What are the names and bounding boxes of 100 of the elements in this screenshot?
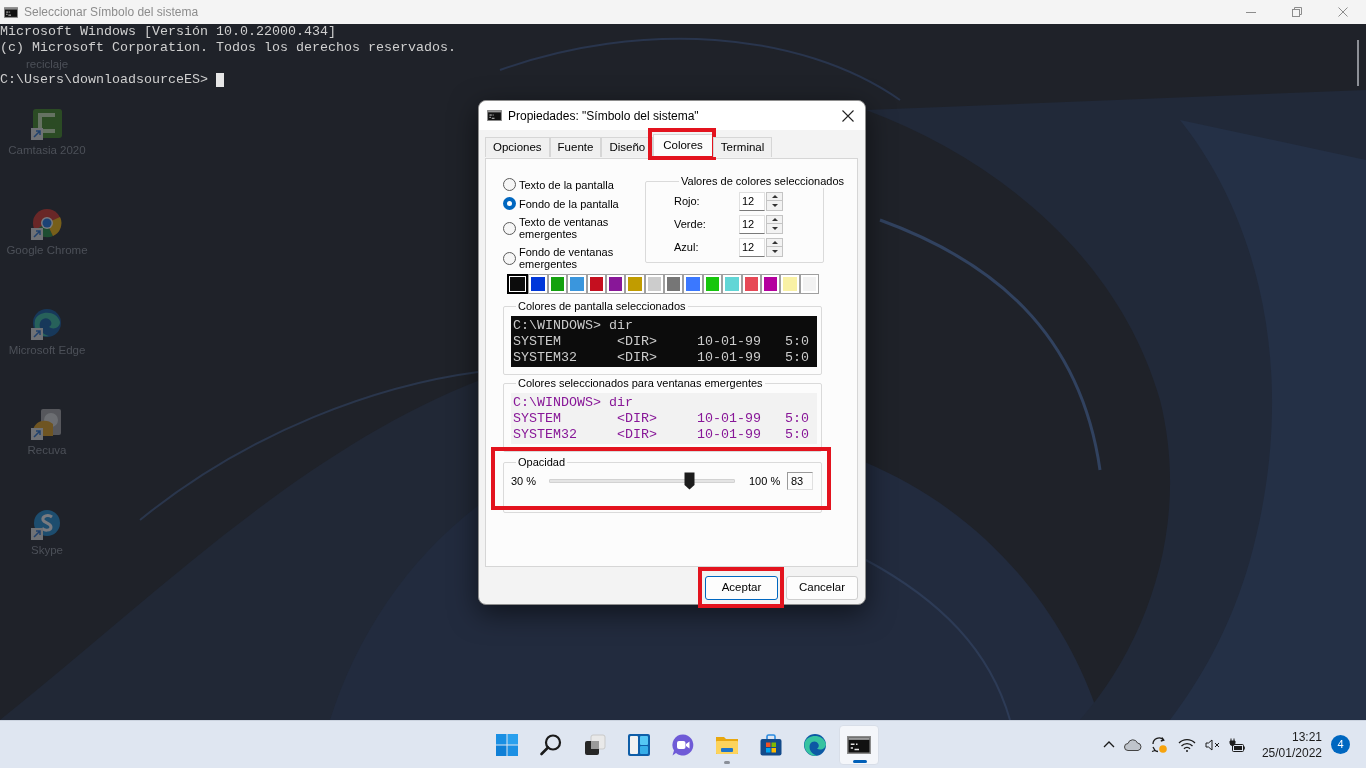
color-swatch[interactable] <box>567 274 587 294</box>
color-swatch[interactable] <box>760 274 781 294</box>
group-title: Colores de pantalla seleccionados <box>517 300 687 313</box>
color-swatch[interactable] <box>722 274 742 294</box>
color-swatch[interactable] <box>507 274 529 294</box>
dialog-button[interactable]: Aceptar <box>705 575 778 600</box>
wave-logo-icon <box>803 732 827 757</box>
slider-track[interactable] <box>549 472 735 490</box>
radio-button[interactable] <box>503 221 516 235</box>
up-triangle-icon <box>771 218 778 221</box>
color-swatch[interactable] <box>702 274 723 294</box>
preview-text: SYSTEM <box>513 334 561 349</box>
field-label: Azul: <box>674 240 700 256</box>
dialog-title: Propiedades: "Símbolo del sistema" <box>508 107 699 125</box>
clock-date[interactable]: 25/01/2022 <box>1261 744 1322 761</box>
close-icon <box>842 109 854 122</box>
preview-text: SYSTEM32 <box>513 427 577 442</box>
color-swatch[interactable] <box>586 274 606 294</box>
console-prompt: C:\Users\downloadsourceES> <box>0 72 208 88</box>
group-title: Valores de colores seleccionados <box>680 175 846 188</box>
window-title: Seleccionar Símbolo del sistema <box>24 4 199 21</box>
radio-label: Texto de la pantalla <box>519 178 615 191</box>
preview-text: SYSTEM32 <box>513 350 577 365</box>
close-icon <box>1338 7 1348 17</box>
color-swatch[interactable] <box>799 274 819 294</box>
clock-time[interactable]: 13:21 <box>1291 728 1322 745</box>
down-triangle-icon <box>771 227 778 230</box>
preview-text: 5:0 <box>784 427 809 442</box>
wifi-icon[interactable] <box>1177 737 1196 752</box>
down-triangle-icon <box>771 204 778 207</box>
color-swatch[interactable] <box>664 274 684 294</box>
color-swatch[interactable] <box>605 274 626 294</box>
preview-text: <DIR> <box>616 334 657 349</box>
cloud-icon[interactable] <box>1123 738 1142 751</box>
spin-down-button[interactable] <box>767 224 782 233</box>
chevron-up-icon[interactable] <box>1102 741 1115 748</box>
number-field[interactable]: 83 <box>787 472 813 490</box>
color-swatch[interactable] <box>741 274 761 294</box>
preview-text: C:\WINDOWS> dir <box>513 318 633 334</box>
panel-columns-icon <box>627 732 651 757</box>
preview-text: 5:0 <box>784 334 809 349</box>
video-chat-icon <box>671 732 695 757</box>
dialog-button[interactable]: Cancelar <box>786 575 858 600</box>
color-swatch[interactable] <box>683 274 703 294</box>
search-icon <box>539 732 563 757</box>
preview-text: <DIR> <box>616 350 657 365</box>
terminal-icon <box>847 735 871 754</box>
battery-charging-icon[interactable] <box>1228 737 1245 752</box>
up-triangle-icon <box>771 195 778 198</box>
number-field[interactable]: 12 <box>739 238 765 257</box>
taskbar-button[interactable] <box>839 724 879 765</box>
number-field[interactable]: 12 <box>739 192 765 211</box>
radio-label: Fondo de la pantalla <box>519 197 620 210</box>
min-label: 30 % <box>511 473 538 489</box>
tab[interactable]: Diseño <box>601 137 654 158</box>
preview-text: 5:0 <box>784 350 809 365</box>
radio-label: Fondo de ventanas emergentes <box>519 246 615 270</box>
console-output-line: (c) Microsoft Corporation. Todos los derechos reservados. <box>0 40 456 56</box>
console-output-line: Microsoft Windows [Versión 10.0.22000.434] <box>0 24 336 40</box>
number-field[interactable]: 12 <box>739 215 765 234</box>
tab[interactable]: Terminal <box>712 137 773 158</box>
radio-button[interactable] <box>503 251 516 265</box>
shopping-bag-icon <box>759 732 783 757</box>
radio-button[interactable] <box>503 197 516 210</box>
preview-text: C:\WINDOWS> dir <box>513 395 633 411</box>
tab[interactable]: Fuente <box>549 137 602 158</box>
color-swatch[interactable] <box>780 274 800 294</box>
preview-text: <DIR> <box>616 427 657 442</box>
terminal-icon <box>487 110 502 121</box>
color-swatch[interactable] <box>625 274 645 294</box>
sync-icon[interactable] <box>1149 735 1168 754</box>
preview-text: 10-01-99 <box>696 427 761 442</box>
radio-button[interactable] <box>503 178 516 191</box>
spin-up-button[interactable] <box>767 239 782 247</box>
radio-label: Texto de ventanas emergentes <box>519 216 610 240</box>
color-swatch[interactable] <box>644 274 664 294</box>
group-title: Colores seleccionados para ventanas emergentes <box>517 377 764 390</box>
max-label: 100 % <box>749 473 782 489</box>
down-triangle-icon <box>771 250 778 253</box>
minimize-icon <box>1246 11 1256 13</box>
tab[interactable]: Opciones <box>485 137 550 158</box>
terminal-icon <box>4 6 18 18</box>
spin-down-button[interactable] <box>767 247 782 256</box>
slider-thumb[interactable] <box>684 472 696 490</box>
restore-icon <box>1292 7 1302 17</box>
preview-text: <DIR> <box>616 411 657 426</box>
color-swatch[interactable] <box>547 274 568 294</box>
field-label: Rojo: <box>674 194 701 210</box>
spin-up-button[interactable] <box>767 216 782 224</box>
spin-down-button[interactable] <box>767 201 782 210</box>
preview-text: 10-01-99 <box>696 334 761 349</box>
preview-text: SYSTEM <box>513 411 561 426</box>
spin-up-button[interactable] <box>767 193 782 201</box>
speaker-muted-icon[interactable] <box>1204 738 1221 751</box>
field-label: Verde: <box>674 217 707 233</box>
scrollbar-thumb[interactable] <box>1357 40 1359 86</box>
color-swatch[interactable] <box>528 274 548 294</box>
preview-text: 10-01-99 <box>696 411 761 426</box>
preview-text: 10-01-99 <box>696 350 761 365</box>
notification-count[interactable]: 4 <box>1331 735 1350 754</box>
